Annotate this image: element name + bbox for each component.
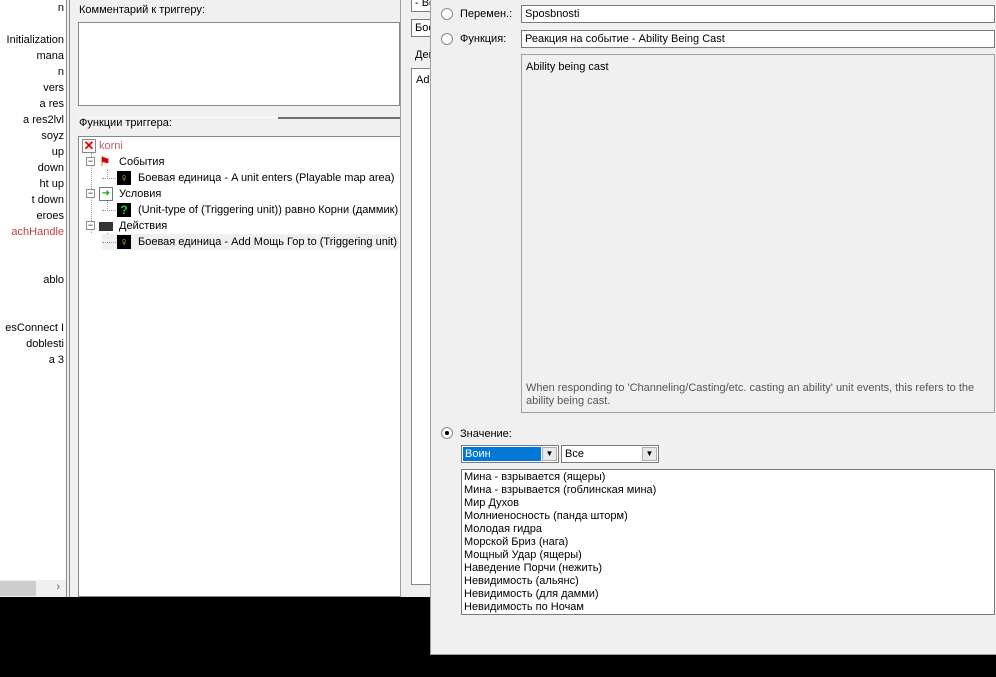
condition-icon: ➜ — [99, 187, 113, 201]
disabled-trigger-icon: ✕ — [82, 138, 96, 153]
ability-list-item[interactable]: Наведение Порчи (нежить) — [462, 562, 994, 575]
description-box: Ability being cast When responding to 'C… — [521, 54, 995, 413]
collapse-icon[interactable]: − — [86, 157, 95, 166]
trigger-list[interactable]: n Initialization mana n vers a res a res2lvl so… — [0, 0, 66, 597]
condition-text: (Unit-type of (Triggering unit)) равно К… — [138, 204, 399, 216]
function-label: Функция: — [460, 33, 507, 45]
action-text: Боевая единица - Add Мощь Гор to (Trigge… — [138, 236, 397, 248]
trigger-name: korni — [99, 140, 123, 152]
trigger-list-item[interactable]: soyz — [41, 128, 64, 144]
tree-line — [102, 178, 116, 179]
actions-label: Действия — [119, 220, 168, 232]
trigger-list-item[interactable]: ablo — [43, 272, 64, 288]
description-title: Ability being cast — [526, 61, 609, 73]
scrollbar-thumb[interactable] — [0, 581, 36, 596]
race-combo-value: Воин — [463, 447, 541, 461]
dropdown-arrow-icon[interactable]: ▼ — [642, 447, 657, 461]
trigger-list-item[interactable]: a res2lvl — [23, 112, 64, 128]
ability-list-item[interactable]: Мина - взрывается (ящеры) — [462, 471, 994, 484]
description-text: When responding to 'Channeling/Casting/e… — [526, 382, 975, 407]
collapse-icon[interactable]: − — [86, 221, 95, 230]
value-radio[interactable] — [441, 427, 453, 439]
flag-icon: ⚑ — [99, 154, 111, 169]
ability-list-item[interactable]: Морской Бриз (нага) — [462, 536, 994, 549]
functions-label: Функции триггера: — [79, 117, 172, 129]
ability-list-item[interactable]: Невидимость (для дамми) — [462, 588, 994, 601]
event-text: Боевая единица - A unit enters (Playable… — [138, 172, 395, 184]
trigger-list-item[interactable]: vers — [43, 80, 64, 96]
tree-item-actions[interactable]: − Действия — [86, 218, 167, 234]
ability-list-item[interactable]: Мир Духов — [462, 497, 994, 510]
scroll-right-icon[interactable]: › — [56, 581, 60, 593]
unit-icon: ♀ — [117, 171, 131, 185]
tree-item-action[interactable]: ♀ Боевая единица - Add Мощь Гор to (Trig… — [102, 234, 399, 250]
events-label: События — [119, 156, 165, 168]
filter-combo[interactable]: Все ▼ — [561, 445, 659, 463]
tree-item-trigger[interactable]: ✕ korni — [82, 138, 123, 154]
background-dialog: - Во Бое Дей Add — [400, 0, 451, 597]
tree-item-event[interactable]: ♀ Боевая единица - A unit enters (Playab… — [102, 170, 394, 186]
question-icon: ? — [117, 203, 131, 217]
trigger-functions-tree[interactable]: ✕ korni − ⚑ События ♀ Боевая единица - A… — [78, 136, 408, 597]
collapse-icon[interactable]: − — [86, 189, 95, 198]
parameter-dialog: Перемен.: Sposbnosti Функция: Реакция на… — [430, 0, 996, 655]
variable-radio[interactable] — [441, 8, 453, 20]
variable-label: Перемен.: — [460, 8, 513, 20]
trigger-list-item[interactable]: Initialization — [7, 32, 64, 48]
ability-list-item[interactable]: Невидимость (альянс) — [462, 575, 994, 588]
trigger-list-item[interactable]: t down — [32, 192, 64, 208]
value-label: Значение: — [460, 428, 512, 440]
comment-textarea[interactable] — [78, 22, 400, 106]
trigger-list-item[interactable]: doblesti — [26, 336, 64, 352]
trigger-list-item[interactable]: eroes — [36, 208, 64, 224]
comment-label: Комментарий к триггеру: — [79, 4, 205, 16]
tree-item-conditions[interactable]: − ➜ Условия — [86, 186, 161, 202]
clapper-icon — [99, 222, 113, 231]
conditions-label: Условия — [119, 188, 162, 200]
tree-item-events[interactable]: − ⚑ События — [86, 154, 164, 170]
dropdown-arrow-icon[interactable]: ▼ — [542, 447, 557, 461]
group-divider — [278, 117, 400, 119]
trigger-list-item[interactable]: n — [58, 0, 64, 16]
function-field[interactable]: Реакция на событие - Ability Being Cast — [521, 30, 995, 48]
race-combo[interactable]: Воин ▼ — [461, 445, 559, 463]
trigger-list-item[interactable]: n — [58, 64, 64, 80]
tree-line — [102, 242, 116, 243]
unit-icon: ♀ — [117, 235, 131, 249]
trigger-list-item[interactable]: up — [52, 144, 64, 160]
variable-field[interactable]: Sposbnosti — [521, 5, 995, 23]
trigger-list-item[interactable]: ht up — [40, 176, 64, 192]
ability-list-item[interactable]: Мина - взрывается (гоблинская мина) — [462, 484, 994, 497]
trigger-list-item[interactable]: achHandle — [11, 224, 64, 240]
ability-list-item[interactable]: Молодая гидра — [462, 523, 994, 536]
filter-combo-value: Все — [565, 448, 584, 460]
ability-listbox[interactable]: Мина - взрывается (ящеры) Мина - взрывает… — [461, 469, 995, 615]
trigger-list-item[interactable]: a 3 — [49, 352, 64, 368]
tree-line — [102, 210, 116, 211]
trigger-list-item[interactable]: down — [38, 160, 64, 176]
function-radio[interactable] — [441, 33, 453, 45]
trigger-list-item[interactable]: a res — [40, 96, 64, 112]
trigger-list-item[interactable]: esConnect I — [5, 320, 64, 336]
ability-list-item[interactable]: Мощный Удар (ящеры) — [462, 549, 994, 562]
tree-item-condition[interactable]: ? (Unit-type of (Triggering unit)) равно… — [102, 202, 398, 218]
trigger-list-item[interactable]: mana — [36, 48, 64, 64]
ability-list-item[interactable]: Невидимость по Ночам — [462, 601, 994, 614]
ability-list-item[interactable]: Молниеносность (панда шторм) — [462, 510, 994, 523]
